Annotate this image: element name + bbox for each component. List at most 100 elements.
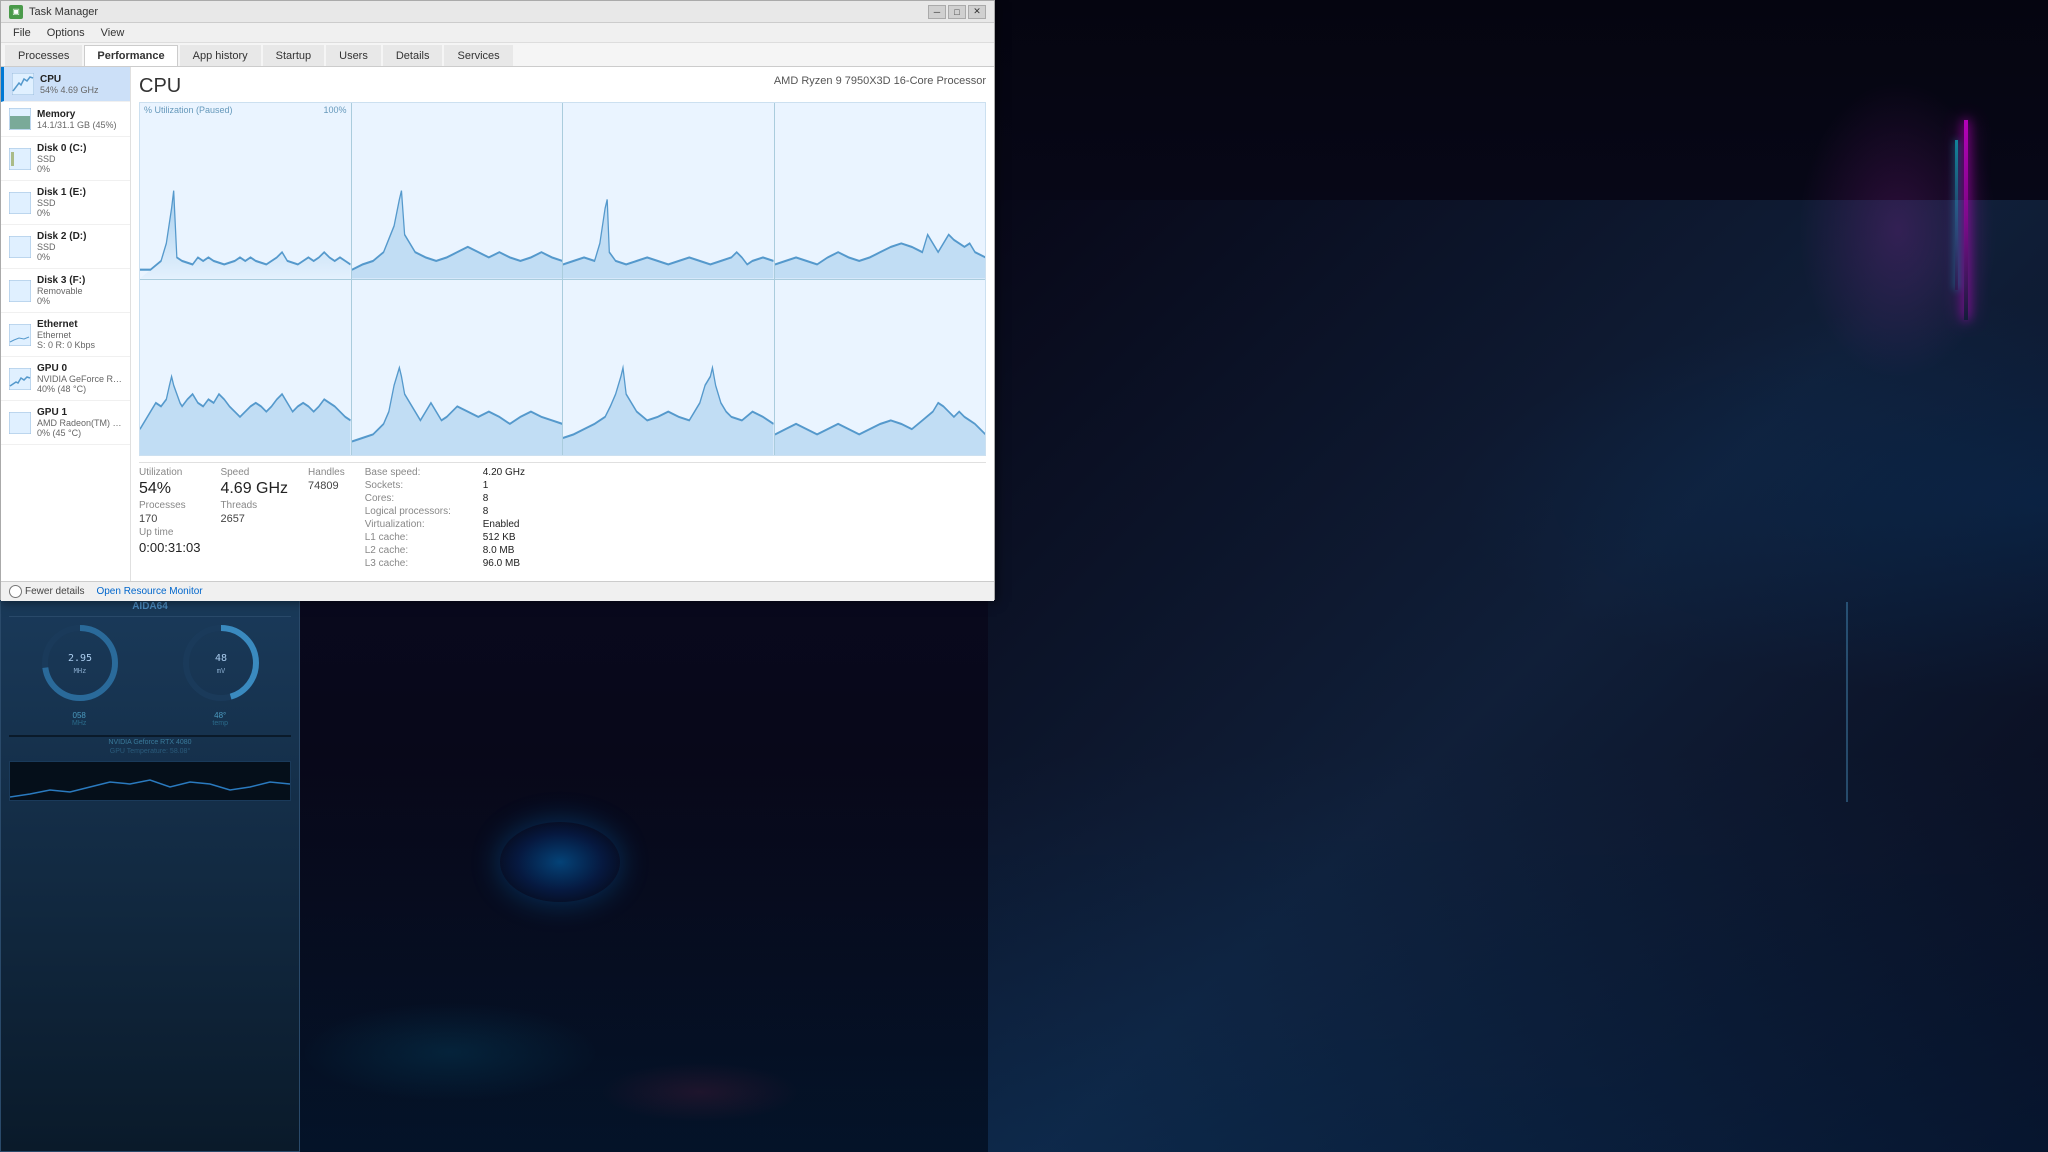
gpu1-sidebar-sub: AMD Radeon(TM) Gra...0% (45 °C) [37,418,122,438]
chart-cell-5 [352,280,563,456]
cpu-sidebar-name: CPU [40,74,122,85]
maximize-button[interactable]: □ [948,5,966,19]
fewer-details-input[interactable] [9,585,22,598]
uptime-value: 0:00:31:03 [139,540,200,555]
sidebar-item-gpu1[interactable]: GPU 1 AMD Radeon(TM) Gra...0% (45 °C) [1,401,130,445]
cpu-model: AMD Ryzen 9 7950X3D 16-Core Processor [774,75,986,87]
sidebar-item-memory[interactable]: Memory 14.1/31.1 GB (45%) [1,102,130,137]
sidebar-item-cpu[interactable]: CPU 54% 4.69 GHz [1,67,130,102]
threads-value: 2657 [220,513,288,525]
chart-cell-6 [563,280,774,456]
menu-bar: File Options View [1,23,994,43]
menu-view[interactable]: View [93,25,133,41]
sockets-row: Sockets: 1 [365,480,565,491]
tab-users[interactable]: Users [326,45,381,66]
uptime-label: Up time [139,527,200,538]
disk2-sidebar-name: Disk 2 (D:) [37,231,122,242]
sidebar-item-ethernet[interactable]: Ethernet EthernetS: 0 R: 0 Kbps [1,313,130,357]
speed-value: 4.69 GHz [220,480,288,498]
tab-app-history[interactable]: App history [180,45,261,66]
threads-label: Threads [220,500,288,511]
stats-speed-group: Speed 4.69 GHz Threads 2657 [220,467,288,569]
sidebar-item-gpu0[interactable]: GPU 0 NVIDIA GeForce RTX ...40% (48 °C) [1,357,130,401]
utilization-value: 54% [139,480,200,498]
task-manager-window: ▣ Task Manager ─ □ ✕ File Options View P… [0,0,995,600]
stats-utilization-group: Utilization 54% Processes 170 Up time 0:… [139,467,200,569]
sidebar-item-disk2[interactable]: Disk 2 (D:) SSD0% [1,225,130,269]
sockets-label: Sockets: [365,480,475,491]
window-title: Task Manager [29,6,928,18]
svg-text:48: 48 [214,653,226,664]
disk0-mini-chart [9,148,31,170]
base-speed-label: Base speed: [365,467,475,478]
sidebar-item-disk0[interactable]: Disk 0 (C:) SSD0% [1,137,130,181]
disk3-mini-chart [9,280,31,302]
processes-value: 170 [139,513,200,525]
l2-label: L2 cache: [365,545,475,556]
disk2-sidebar-sub: SSD0% [37,242,122,262]
handles-value: 74809 [308,480,345,492]
title-bar: ▣ Task Manager ─ □ ✕ [1,1,994,23]
gpu0-sidebar-info: GPU 0 NVIDIA GeForce RTX ...40% (48 °C) [37,363,122,394]
hw-monitor-widget: AIDA64 2.95 MHz 48 mV [0,592,300,1152]
tab-startup[interactable]: Startup [263,45,324,66]
stats-handles-group: Handles 74809 [308,467,345,569]
chart-cell-4 [140,280,351,456]
svg-text:MHz: MHz [73,667,86,675]
cpu-chart-grid: % Utilization (Paused) 100% [139,102,986,456]
gpu0-mini-chart [9,368,31,390]
main-layout: CPU 54% 4.69 GHz Memory 14.1/31.1 GB (45… [1,67,994,581]
cores-val: 8 [483,493,489,504]
window-controls[interactable]: ─ □ ✕ [928,5,986,19]
cpu-sidebar-sub: 54% 4.69 GHz [40,85,122,95]
utilization-label: Utilization [139,467,200,478]
disk1-mini-chart [9,192,31,214]
chart-cell-1 [352,103,563,279]
chart-cell-2 [563,103,774,279]
l2-val: 8.0 MB [483,545,515,556]
virt-val: Enabled [483,519,520,530]
sidebar-item-disk3[interactable]: Disk 3 (F:) Removable0% [1,269,130,313]
tab-performance[interactable]: Performance [84,45,177,66]
gpu1-mini-chart [9,412,31,434]
sidebar-item-disk1[interactable]: Disk 1 (E:) SSD0% [1,181,130,225]
menu-file[interactable]: File [5,25,39,41]
gpu1-sidebar-info: GPU 1 AMD Radeon(TM) Gra...0% (45 °C) [37,407,122,438]
tab-details[interactable]: Details [383,45,443,66]
processes-label: Processes [139,500,200,511]
tab-processes[interactable]: Processes [5,45,82,66]
logical-label: Logical processors: [365,506,475,517]
gpu1-sidebar-name: GPU 1 [37,407,122,418]
disk1-sidebar-name: Disk 1 (E:) [37,187,122,198]
minimize-button[interactable]: ─ [928,5,946,19]
svg-text:mV: mV [216,667,225,675]
disk0-sidebar-name: Disk 0 (C:) [37,143,122,154]
base-speed-val: 4.20 GHz [483,467,525,478]
sidebar: CPU 54% 4.69 GHz Memory 14.1/31.1 GB (45… [1,67,131,581]
speed-label: Speed [220,467,288,478]
gpu0-sidebar-name: GPU 0 [37,363,122,374]
memory-mini-chart [9,108,31,130]
chart-cell-0: % Utilization (Paused) 100% [140,103,351,279]
stats-area: Utilization 54% Processes 170 Up time 0:… [139,462,986,573]
logical-val: 8 [483,506,489,517]
base-speed-row: Base speed: 4.20 GHz [365,467,565,478]
l2-row: L2 cache: 8.0 MB [365,545,565,556]
disk2-mini-chart [9,236,31,258]
menu-options[interactable]: Options [39,25,93,41]
cpu-mini-chart [12,73,34,95]
footer: Fewer details Open Resource Monitor [1,581,994,601]
l1-val: 512 KB [483,532,516,543]
close-button[interactable]: ✕ [968,5,986,19]
app-icon: ▣ [9,5,23,19]
fewer-details-radio[interactable]: Fewer details [9,585,84,598]
l3-row: L3 cache: 96.0 MB [365,558,565,569]
ethernet-mini-chart [9,324,31,346]
disk3-sidebar-sub: Removable0% [37,286,122,306]
cpu-title: CPU [139,75,181,98]
l3-val: 96.0 MB [483,558,520,569]
open-resource-monitor-link[interactable]: Open Resource Monitor [96,586,202,597]
disk3-sidebar-name: Disk 3 (F:) [37,275,122,286]
tab-services[interactable]: Services [444,45,512,66]
ethernet-sidebar-sub: EthernetS: 0 R: 0 Kbps [37,330,122,350]
